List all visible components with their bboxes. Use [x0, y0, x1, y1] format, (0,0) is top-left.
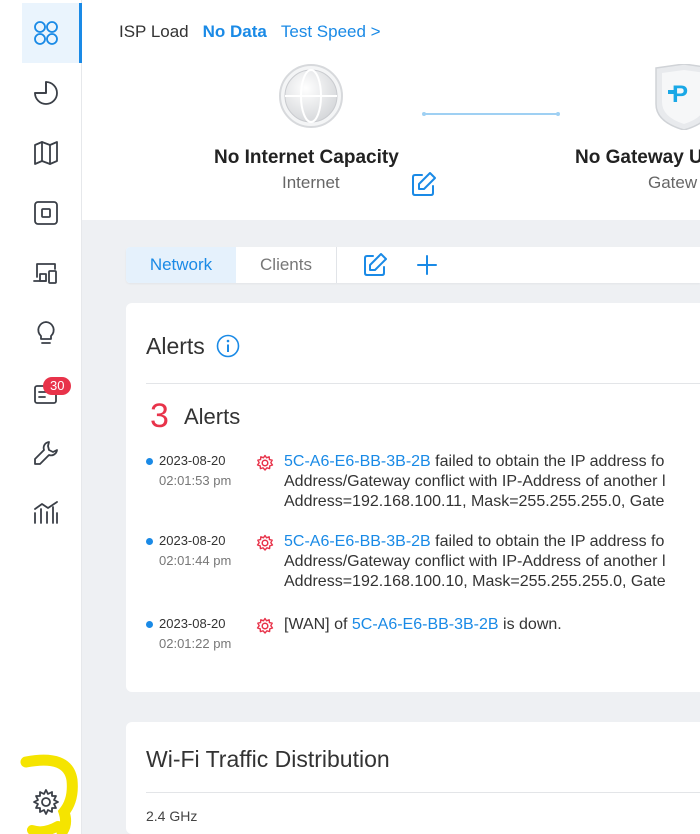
alert-message: [WAN] of 5C-A6-E6-BB-3B-2B is down. [284, 615, 700, 635]
topology-panel: ISP Load No Data Test Speed > P No Inter… [82, 0, 700, 220]
alert-count-label: Alerts [184, 404, 241, 429]
view-tabbar: Network Clients [126, 247, 700, 283]
statistics-icon [34, 81, 58, 105]
tools-icon [34, 441, 58, 465]
nav-log[interactable]: 30 [22, 363, 82, 423]
unread-dot [146, 621, 153, 628]
alert-time: 02:01:22 pm [159, 636, 232, 651]
add-button[interactable] [414, 252, 440, 278]
tab-divider [336, 247, 337, 283]
nav-statistics[interactable] [22, 63, 82, 123]
plus-icon [417, 255, 437, 275]
nav-settings[interactable] [22, 772, 82, 832]
edit-layout-button[interactable] [362, 252, 388, 278]
alerts-card-title: Alerts [146, 333, 205, 359]
insight-icon [37, 321, 55, 344]
info-icon[interactable] [216, 334, 240, 358]
alert-message: 5C-A6-E6-BB-3B-2B failed to obtain the I… [284, 532, 700, 592]
alerts-divider [146, 383, 700, 384]
clients-icon [33, 263, 57, 284]
nav-clients[interactable] [22, 243, 82, 303]
alert-line-2: Address/Gateway conflict with IP-Address… [284, 553, 666, 570]
wifi-traffic-card: Wi-Fi Traffic Distribution 2.4 GHz [126, 722, 700, 834]
alert-date: 2023-08-20 [159, 616, 226, 631]
internet-node-title: No Internet Capacity [214, 147, 399, 168]
nav-reports[interactable] [22, 483, 82, 543]
alert-line-3: Address=192.168.100.11, Mask=255.255.255… [284, 493, 665, 510]
alert-date: 2023-08-20 [159, 453, 226, 468]
nav-insight[interactable] [22, 303, 82, 363]
internet-globe-icon [279, 64, 343, 128]
wifi-divider [146, 792, 700, 793]
dashboard-icon [34, 21, 58, 45]
alert-prefix: [WAN] of [284, 616, 352, 633]
device-alert-icon [256, 454, 274, 471]
alert-time: 02:01:53 pm [159, 473, 232, 488]
alert-count: 3 [150, 397, 169, 435]
gateway-node-subtitle: Gatew [648, 173, 698, 192]
edit-icon [364, 253, 387, 276]
gateway-node-title: No Gateway U [575, 147, 700, 168]
connection-line [422, 112, 560, 116]
map-icon [34, 141, 58, 165]
sidebar: 30 [0, 0, 82, 834]
gateway-shield-icon: P [655, 64, 700, 130]
nav-dashboard[interactable] [22, 3, 82, 63]
isp-load-value: No Data [202, 22, 267, 41]
devices-icon [34, 201, 58, 225]
isp-load-row: ISP Load No Data Test Speed > [119, 22, 381, 42]
unread-dot [146, 458, 153, 465]
alert-date: 2023-08-20 [159, 533, 226, 548]
test-speed-link[interactable]: Test Speed > [281, 22, 381, 42]
nav-tools[interactable] [22, 423, 82, 483]
device-alert-icon [256, 534, 274, 551]
band-label: 2.4 GHz [146, 808, 198, 824]
isp-load-label: ISP Load [119, 22, 189, 41]
tab-network[interactable]: Network [126, 247, 236, 283]
tab-clients[interactable]: Clients [236, 247, 336, 283]
nav-devices[interactable] [22, 183, 82, 243]
alert-line-3: Address=192.168.100.10, Mask=255.255.255… [284, 573, 666, 590]
device-mac-link[interactable]: 5C-A6-E6-BB-3B-2B [284, 533, 431, 550]
svg-text:P: P [672, 81, 688, 108]
alert-line-1: failed to obtain the IP address fo [430, 453, 665, 470]
alert-message: 5C-A6-E6-BB-3B-2B failed to obtain the I… [284, 452, 700, 512]
wifi-card-title: Wi-Fi Traffic Distribution [146, 746, 390, 772]
alerts-card: Alerts 3 Alerts 2023-08-20 02:01:53 pm 5… [126, 303, 700, 692]
unread-dot [146, 538, 153, 545]
device-mac-link[interactable]: 5C-A6-E6-BB-3B-2B [284, 453, 431, 470]
alert-time: 02:01:44 pm [159, 553, 232, 568]
internet-node-subtitle: Internet [282, 173, 340, 192]
edit-icon [412, 172, 436, 196]
alert-suffix: is down. [498, 616, 562, 633]
edit-internet-button[interactable] [410, 170, 438, 198]
settings-icon [33, 789, 59, 815]
reports-icon [34, 501, 58, 524]
device-mac-link[interactable]: 5C-A6-E6-BB-3B-2B [352, 616, 499, 633]
device-alert-icon [256, 617, 274, 634]
nav-map[interactable] [22, 123, 82, 183]
alert-line-2: Address/Gateway conflict with IP-Address… [284, 473, 666, 490]
notification-badge: 30 [43, 377, 72, 395]
alert-line-1: failed to obtain the IP address fo [430, 533, 665, 550]
